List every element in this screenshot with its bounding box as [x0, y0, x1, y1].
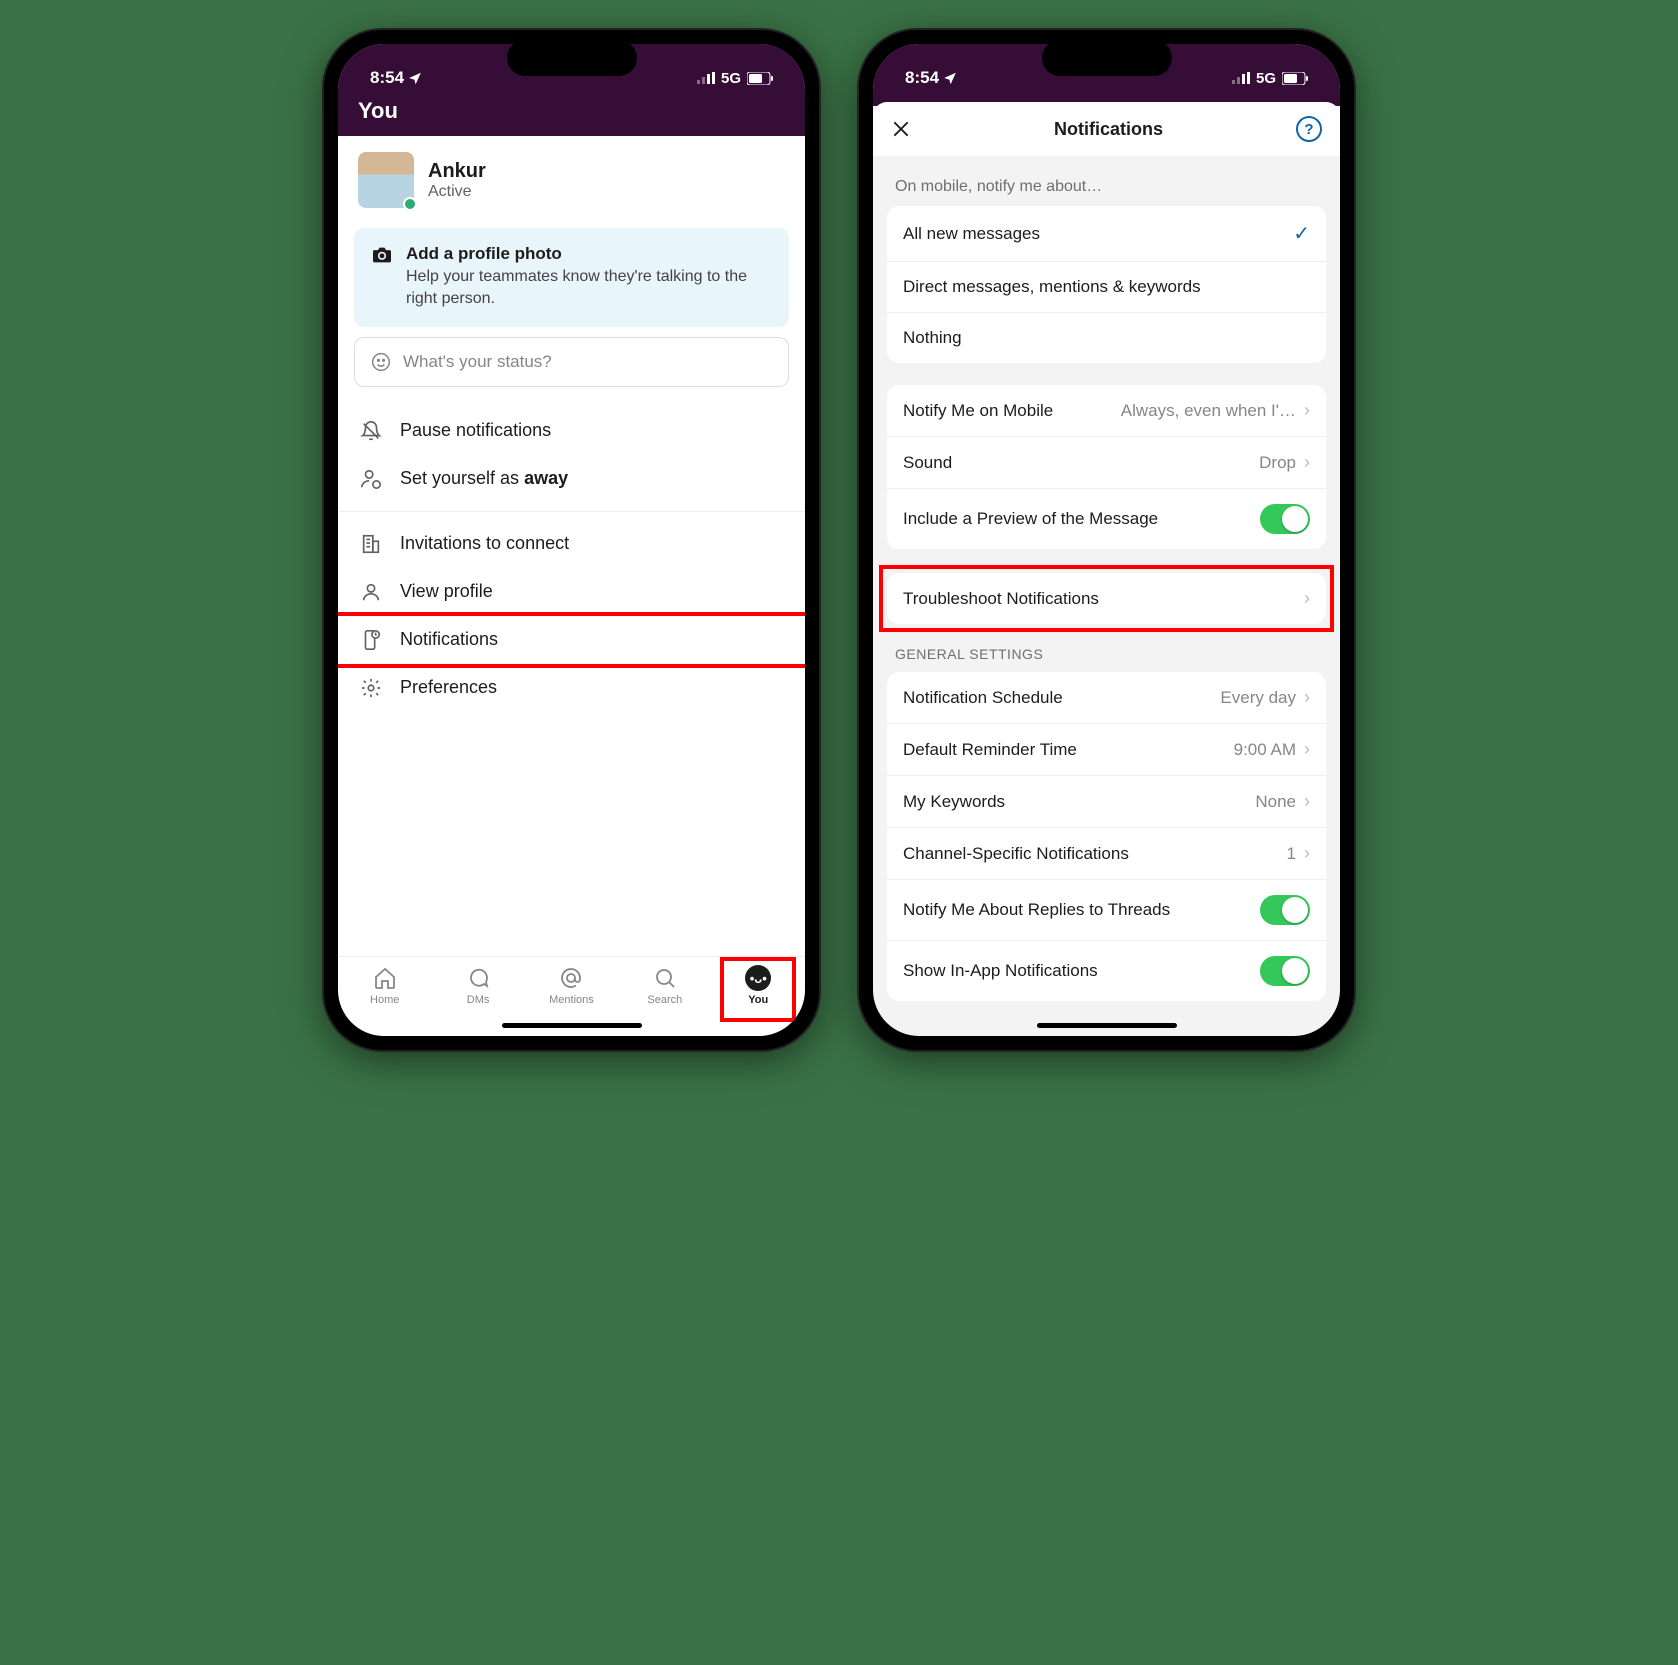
menu-label: Preferences — [400, 677, 497, 698]
menu-label: Notifications — [400, 629, 498, 650]
menu-notifications[interactable]: Notifications — [338, 616, 805, 664]
location-arrow-icon — [408, 71, 422, 85]
menu-label: View profile — [400, 581, 493, 602]
tab-dms[interactable]: DMs — [446, 965, 510, 1006]
status-time: 8:54 — [370, 68, 404, 88]
option-all-messages[interactable]: All new messages ✓ — [887, 206, 1326, 262]
row-channel-specific[interactable]: Channel-Specific Notifications 1 › — [887, 828, 1326, 880]
option-dms-mentions[interactable]: Direct messages, mentions & keywords — [887, 262, 1326, 313]
section-notify-about-label: On mobile, notify me about… — [873, 156, 1340, 206]
section-general-label: GENERAL SETTINGS — [873, 624, 1340, 672]
avatar[interactable] — [358, 152, 414, 208]
presence-dot-icon — [403, 197, 417, 211]
status-input[interactable]: What's your status? — [354, 337, 789, 387]
chevron-right-icon: › — [1304, 588, 1310, 609]
modal-title: Notifications — [1054, 119, 1163, 140]
bell-off-icon — [360, 420, 382, 442]
option-nothing[interactable]: Nothing — [887, 313, 1326, 363]
menu-label: Set yourself as away — [400, 468, 568, 489]
search-icon — [652, 965, 678, 991]
phone-left: 8:54 5G You — [324, 30, 819, 1050]
menu-label: Invitations to connect — [400, 533, 569, 554]
notch — [507, 40, 637, 76]
group-mobile-settings: Notify Me on Mobile Always, even when I'… — [887, 385, 1326, 549]
toggle-inapp[interactable] — [1260, 956, 1310, 986]
you-face-icon: •ᴗ• — [745, 965, 771, 991]
group-general: Notification Schedule Every day › Defaul… — [887, 672, 1326, 1001]
chevron-right-icon: › — [1304, 843, 1310, 864]
profile-row[interactable]: Ankur Active — [338, 136, 805, 218]
chevron-right-icon: › — [1304, 452, 1310, 473]
help-button[interactable]: ? — [1296, 116, 1322, 142]
chat-icon — [465, 965, 491, 991]
tab-home[interactable]: Home — [353, 965, 417, 1006]
smiley-icon — [371, 352, 391, 372]
group-troubleshoot: Troubleshoot Notifications › — [887, 573, 1326, 624]
camera-icon — [372, 246, 392, 311]
phone-right: 8:54 5G — [859, 30, 1354, 1050]
row-in-app[interactable]: Show In-App Notifications — [887, 941, 1326, 1001]
phone-bell-icon — [360, 629, 382, 651]
menu-invitations[interactable]: Invitations to connect — [338, 520, 805, 568]
signal-icon — [697, 72, 715, 84]
menu-pause-notifications[interactable]: Pause notifications — [338, 407, 805, 455]
notch — [1042, 40, 1172, 76]
chevron-right-icon: › — [1304, 687, 1310, 708]
battery-icon — [747, 72, 773, 85]
menu-preferences[interactable]: Preferences — [338, 664, 805, 712]
person-icon — [360, 581, 382, 603]
chevron-right-icon: › — [1304, 739, 1310, 760]
profile-presence: Active — [428, 183, 486, 201]
tab-search[interactable]: Search — [633, 965, 697, 1006]
profile-name: Ankur — [428, 160, 486, 183]
gear-icon — [360, 677, 382, 699]
chevron-right-icon: › — [1304, 400, 1310, 421]
checkmark-icon: ✓ — [1293, 221, 1310, 246]
person-away-icon — [360, 468, 382, 490]
you-content: Ankur Active Add a profile photo Help yo… — [338, 136, 805, 956]
home-indicator[interactable] — [1037, 1023, 1177, 1028]
menu-label: Pause notifications — [400, 420, 551, 441]
add-photo-banner[interactable]: Add a profile photo Help your teammates … — [354, 228, 789, 327]
home-indicator[interactable] — [502, 1023, 642, 1028]
row-reminder-time[interactable]: Default Reminder Time 9:00 AM › — [887, 724, 1326, 776]
menu-view-profile[interactable]: View profile — [338, 568, 805, 616]
row-troubleshoot[interactable]: Troubleshoot Notifications › — [887, 573, 1326, 624]
tab-you[interactable]: •ᴗ• You — [726, 965, 790, 1006]
row-schedule[interactable]: Notification Schedule Every day › — [887, 672, 1326, 724]
separator — [338, 511, 805, 512]
chevron-right-icon: › — [1304, 791, 1310, 812]
row-include-preview[interactable]: Include a Preview of the Message — [887, 489, 1326, 549]
menu-set-away[interactable]: Set yourself as away — [338, 455, 805, 503]
location-arrow-icon — [943, 71, 957, 85]
group-notify-about: All new messages ✓ Direct messages, ment… — [887, 206, 1326, 363]
modal-header: Notifications ? — [873, 102, 1340, 156]
toggle-preview[interactable] — [1260, 504, 1310, 534]
toggle-threads[interactable] — [1260, 895, 1310, 925]
network-label: 5G — [1256, 70, 1276, 87]
row-thread-replies[interactable]: Notify Me About Replies to Threads — [887, 880, 1326, 941]
close-button[interactable] — [891, 119, 921, 139]
tab-bar: Home DMs Mentions Search — [338, 956, 805, 1036]
battery-icon — [1282, 72, 1308, 85]
at-icon — [558, 965, 584, 991]
row-notify-on-mobile[interactable]: Notify Me on Mobile Always, even when I'… — [887, 385, 1326, 437]
building-icon — [360, 533, 382, 555]
row-keywords[interactable]: My Keywords None › — [887, 776, 1326, 828]
status-placeholder: What's your status? — [403, 352, 552, 372]
banner-subtitle: Help your teammates know they're talking… — [406, 266, 771, 311]
banner-title: Add a profile photo — [406, 244, 771, 264]
status-time: 8:54 — [905, 68, 939, 88]
signal-icon — [1232, 72, 1250, 84]
row-sound[interactable]: Sound Drop › — [887, 437, 1326, 489]
home-icon — [372, 965, 398, 991]
screen-notifications: 8:54 5G — [873, 44, 1340, 1036]
page-title: You — [338, 98, 805, 136]
tab-mentions[interactable]: Mentions — [539, 965, 603, 1006]
screen-you: 8:54 5G You — [338, 44, 805, 1036]
network-label: 5G — [721, 70, 741, 87]
